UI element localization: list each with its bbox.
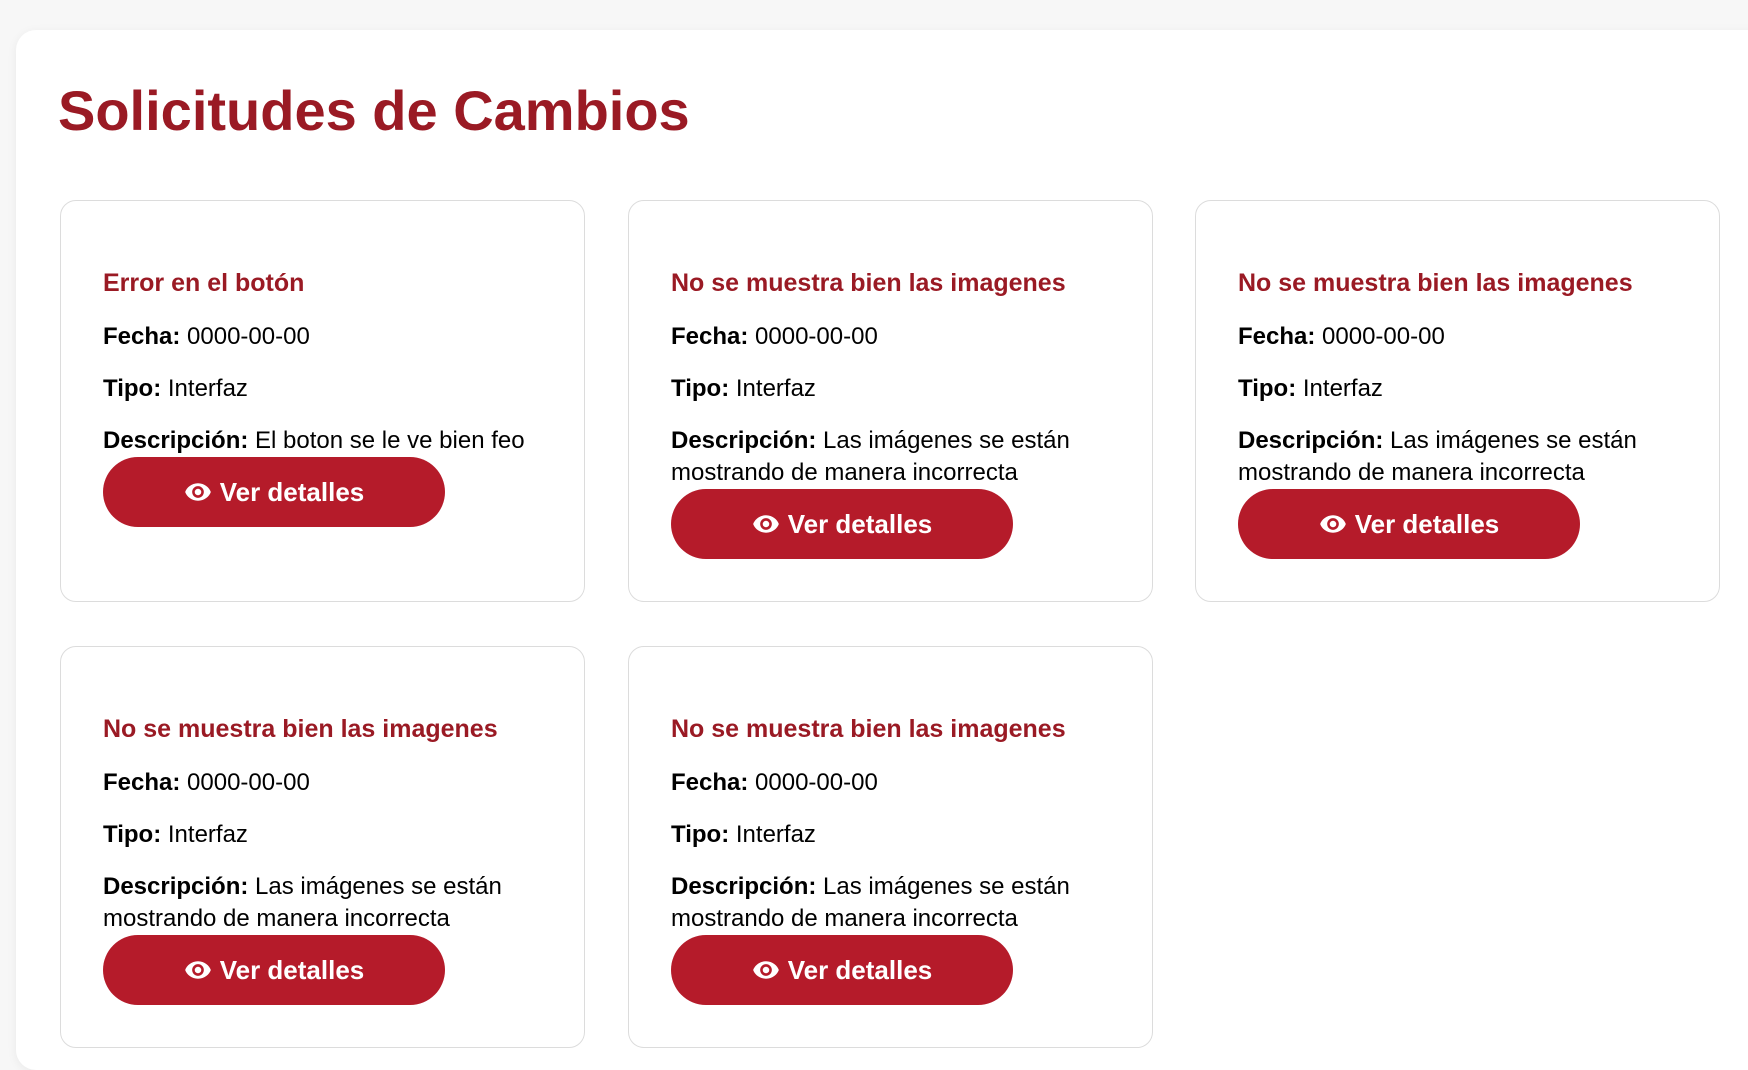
date-value: 0000-00-00 bbox=[755, 323, 878, 350]
date-value: 0000-00-00 bbox=[755, 769, 878, 796]
request-type: Tipo: Interfaz bbox=[671, 373, 1110, 405]
request-description: Descripción: Las imágenes se están mostr… bbox=[671, 425, 1110, 489]
eye-icon bbox=[752, 515, 779, 533]
date-label: Fecha: bbox=[1238, 323, 1316, 350]
request-title: No se muestra bien las imagenes bbox=[671, 715, 1066, 743]
request-card: Error en el botón Fecha: 0000-00-00 Tipo… bbox=[60, 200, 585, 602]
view-details-label: Ver detalles bbox=[219, 954, 365, 985]
type-label: Tipo: bbox=[671, 375, 730, 402]
type-value: Interfaz bbox=[167, 375, 248, 402]
eye-icon bbox=[752, 961, 779, 979]
request-title: No se muestra bien las imagenes bbox=[103, 715, 498, 743]
request-card: No se muestra bien las imagenes Fecha: 0… bbox=[628, 200, 1153, 602]
request-type: Tipo: Interfaz bbox=[103, 373, 542, 405]
eye-icon bbox=[184, 483, 211, 501]
date-label: Fecha: bbox=[671, 769, 749, 796]
type-label: Tipo: bbox=[103, 821, 162, 848]
request-type: Tipo: Interfaz bbox=[103, 819, 542, 851]
type-value: Interfaz bbox=[1302, 375, 1383, 402]
view-details-button[interactable]: Ver detalles bbox=[103, 935, 445, 1005]
type-value: Interfaz bbox=[167, 821, 248, 848]
eye-icon bbox=[184, 961, 211, 979]
view-details-button[interactable]: Ver detalles bbox=[103, 457, 445, 527]
description-label: Descripción: bbox=[103, 427, 249, 454]
date-label: Fecha: bbox=[103, 769, 181, 796]
type-label: Tipo: bbox=[103, 375, 162, 402]
date-label: Fecha: bbox=[103, 323, 181, 350]
request-date: Fecha: 0000-00-00 bbox=[103, 321, 542, 353]
eye-icon bbox=[1319, 515, 1346, 533]
request-title: No se muestra bien las imagenes bbox=[1238, 269, 1633, 297]
request-type: Tipo: Interfaz bbox=[671, 819, 1110, 851]
request-description: Descripción: Las imágenes se están mostr… bbox=[103, 871, 542, 935]
date-value: 0000-00-00 bbox=[1322, 323, 1445, 350]
request-date: Fecha: 0000-00-00 bbox=[671, 767, 1110, 799]
date-value: 0000-00-00 bbox=[187, 769, 310, 796]
type-value: Interfaz bbox=[735, 375, 816, 402]
request-description: Descripción: Las imágenes se están mostr… bbox=[671, 871, 1110, 935]
request-description: Descripción: El boton se le ve bien feo bbox=[103, 425, 542, 457]
type-value: Interfaz bbox=[735, 821, 816, 848]
view-details-button[interactable]: Ver detalles bbox=[671, 489, 1013, 559]
request-card: No se muestra bien las imagenes Fecha: 0… bbox=[1195, 200, 1720, 602]
view-details-button[interactable]: Ver detalles bbox=[1238, 489, 1580, 559]
request-type: Tipo: Interfaz bbox=[1238, 373, 1677, 405]
description-label: Descripción: bbox=[1238, 427, 1384, 454]
view-details-label: Ver detalles bbox=[219, 476, 365, 507]
request-description: Descripción: Las imágenes se están mostr… bbox=[1238, 425, 1677, 489]
request-date: Fecha: 0000-00-00 bbox=[103, 767, 542, 799]
request-date: Fecha: 0000-00-00 bbox=[671, 321, 1110, 353]
request-card: No se muestra bien las imagenes Fecha: 0… bbox=[60, 646, 585, 1048]
view-details-label: Ver detalles bbox=[787, 508, 933, 539]
request-card: No se muestra bien las imagenes Fecha: 0… bbox=[628, 646, 1153, 1048]
description-label: Descripción: bbox=[671, 427, 817, 454]
type-label: Tipo: bbox=[671, 821, 730, 848]
type-label: Tipo: bbox=[1238, 375, 1297, 402]
request-title: Error en el botón bbox=[103, 269, 305, 297]
view-details-button[interactable]: Ver detalles bbox=[671, 935, 1013, 1005]
view-details-label: Ver detalles bbox=[787, 954, 933, 985]
date-label: Fecha: bbox=[671, 323, 749, 350]
date-value: 0000-00-00 bbox=[187, 323, 310, 350]
request-date: Fecha: 0000-00-00 bbox=[1238, 321, 1677, 353]
description-label: Descripción: bbox=[671, 873, 817, 900]
description-label: Descripción: bbox=[103, 873, 249, 900]
view-details-label: Ver detalles bbox=[1354, 508, 1500, 539]
page-title: Solicitudes de Cambios bbox=[58, 79, 690, 142]
request-title: No se muestra bien las imagenes bbox=[671, 269, 1066, 297]
description-value: El boton se le ve bien feo bbox=[255, 427, 525, 454]
